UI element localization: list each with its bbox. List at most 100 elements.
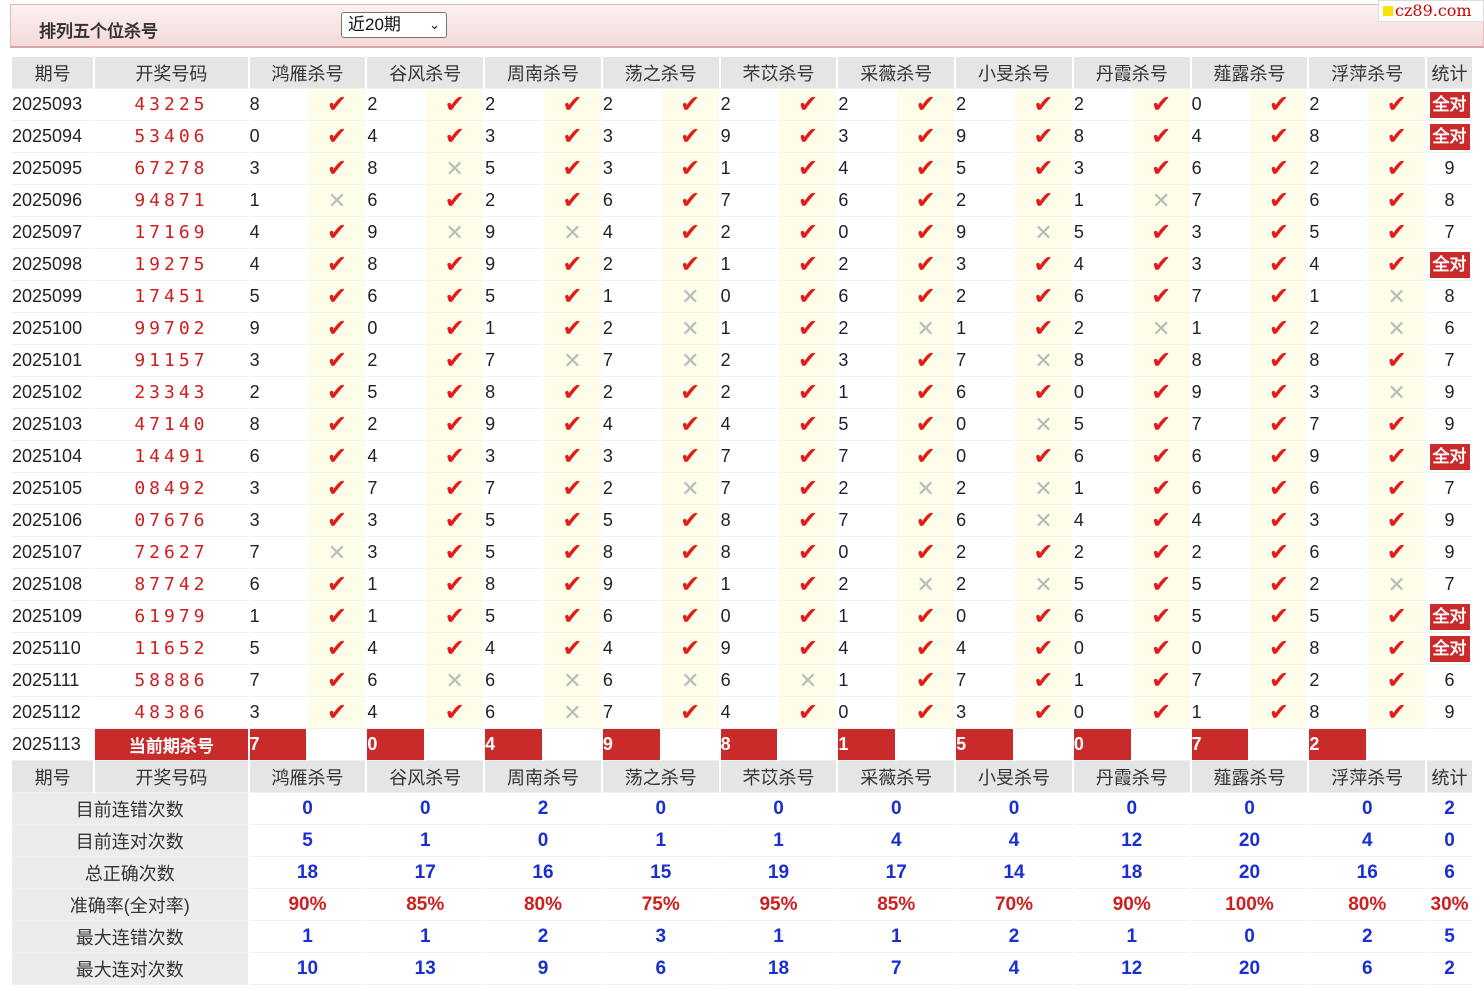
kill-number: 9: [485, 217, 542, 249]
kill-number: 2: [1073, 537, 1131, 569]
issue-number: 2025098: [12, 249, 94, 281]
kill-number: 8: [1309, 121, 1367, 153]
kill-number: 5: [485, 537, 542, 569]
check-icon: ✔: [543, 185, 601, 217]
check-icon: ✔: [426, 313, 484, 345]
check-icon: ✔: [308, 345, 366, 377]
table-row: 2025104 14491 6 ✔ 4 ✔ 3 ✔ 3 ✔ 7 ✔ 7 ✔ 0 ✔ 6 ✔ 6 ✔ 9 ✔ 全对: [12, 441, 1472, 473]
kill-number: 7: [838, 505, 896, 537]
kill-number: 2: [1309, 665, 1367, 697]
check-icon: ✔: [897, 665, 955, 697]
cross-icon: ✕: [1014, 409, 1072, 441]
cross-icon: ✕: [897, 313, 955, 345]
summary-row: 最大连对次数 10 13 9 6 18 7 4 12 20 6 2: [12, 953, 1472, 985]
site-logo[interactable]: cz89.com: [1378, 0, 1484, 22]
kill-number: 6: [720, 665, 778, 697]
cross-icon: ✕: [1014, 569, 1072, 601]
kill-number: 7: [838, 441, 896, 473]
summary-value: 0: [1191, 793, 1308, 825]
check-icon: ✔: [779, 441, 837, 473]
column-header: 统计: [1427, 761, 1472, 793]
check-icon: ✔: [1014, 537, 1072, 569]
summary-value: 4: [1309, 825, 1426, 857]
kill-number: 6: [602, 601, 660, 633]
kill-number: 3: [1309, 505, 1367, 537]
chevron-down-icon: ⌄: [429, 17, 440, 32]
kill-number: 1: [1073, 665, 1131, 697]
table-row: 2025098 19275 4 ✔ 8 ✔ 9 ✔ 2 ✔ 1 ✔ 2 ✔ 3 ✔ 4 ✔ 3 ✔ 4 ✔ 全对: [12, 249, 1472, 281]
blank-cell: [1014, 729, 1072, 761]
kill-number: 5: [1073, 569, 1131, 601]
summary-value: 0: [720, 793, 837, 825]
stat-cell: 全对: [1427, 249, 1472, 281]
check-icon: ✔: [779, 377, 837, 409]
current-kill-number: 9: [602, 729, 660, 761]
stat-cell: 9: [1427, 537, 1472, 569]
kill-number: 5: [1309, 217, 1367, 249]
kill-number: 8: [1191, 345, 1249, 377]
page-title: 排列五个位杀号: [39, 22, 158, 41]
summary-value: 80%: [1309, 889, 1426, 921]
check-icon: ✔: [426, 633, 484, 665]
check-icon: ✔: [1132, 409, 1190, 441]
check-icon: ✔: [897, 441, 955, 473]
summary-value: 30%: [1427, 889, 1472, 921]
kill-number: 1: [249, 185, 307, 217]
kill-number: 5: [1073, 409, 1131, 441]
kill-number: 2: [720, 345, 778, 377]
kill-number: 5: [249, 633, 307, 665]
kill-number: 0: [956, 441, 1013, 473]
column-header: 期号: [12, 761, 94, 793]
check-icon: ✔: [661, 409, 719, 441]
kill-number: 7: [602, 697, 660, 729]
check-icon: ✔: [308, 665, 366, 697]
column-header: 丹霞杀号: [1073, 57, 1190, 89]
check-icon: ✔: [897, 89, 955, 121]
check-icon: ✔: [897, 633, 955, 665]
all-correct-badge: 全对: [1429, 635, 1470, 662]
summary-value: 1: [838, 921, 955, 953]
kill-number: 0: [838, 537, 896, 569]
summary-value: 18: [720, 953, 837, 985]
check-icon: ✔: [426, 569, 484, 601]
kill-number: 8: [1073, 121, 1131, 153]
cross-icon: ✕: [426, 665, 484, 697]
check-icon: ✔: [1132, 217, 1190, 249]
check-icon: ✔: [1014, 633, 1072, 665]
check-icon: ✔: [1250, 345, 1308, 377]
check-icon: ✔: [779, 601, 837, 633]
check-icon: ✔: [1014, 89, 1072, 121]
check-icon: ✔: [1368, 249, 1426, 281]
summary-value: 75%: [602, 889, 719, 921]
check-icon: ✔: [543, 441, 601, 473]
check-icon: ✔: [426, 409, 484, 441]
kill-number: 2: [956, 537, 1013, 569]
kill-number: 4: [1073, 505, 1131, 537]
table-row: 2025093 43225 8 ✔ 2 ✔ 2 ✔ 2 ✔ 2 ✔ 2 ✔ 2 ✔ 2 ✔ 0 ✔ 2 ✔ 全对: [12, 89, 1472, 121]
blank-cell: [1368, 729, 1426, 761]
summary-value: 15: [602, 857, 719, 889]
stat-cell: 7: [1427, 217, 1472, 249]
kill-number: 6: [485, 697, 542, 729]
column-header: 开奖号码: [95, 761, 248, 793]
check-icon: ✔: [1132, 569, 1190, 601]
kill-number: 2: [602, 249, 660, 281]
kill-number: 6: [249, 441, 307, 473]
kill-number: 9: [249, 313, 307, 345]
stat-cell: 9: [1427, 505, 1472, 537]
check-icon: ✔: [543, 89, 601, 121]
check-icon: ✔: [308, 473, 366, 505]
check-icon: ✔: [308, 409, 366, 441]
draw-number: 99702: [95, 313, 248, 345]
check-icon: ✔: [779, 409, 837, 441]
check-icon: ✔: [543, 377, 601, 409]
check-icon: ✔: [661, 601, 719, 633]
kill-number: 0: [1073, 377, 1131, 409]
summary-value: 13: [367, 953, 484, 985]
column-header: 薤露杀号: [1191, 57, 1308, 89]
kill-number: 9: [956, 217, 1013, 249]
kill-number: 2: [956, 89, 1013, 121]
check-icon: ✔: [426, 185, 484, 217]
kill-number: 3: [485, 441, 542, 473]
period-select[interactable]: 近20期 ⌄: [341, 12, 447, 38]
